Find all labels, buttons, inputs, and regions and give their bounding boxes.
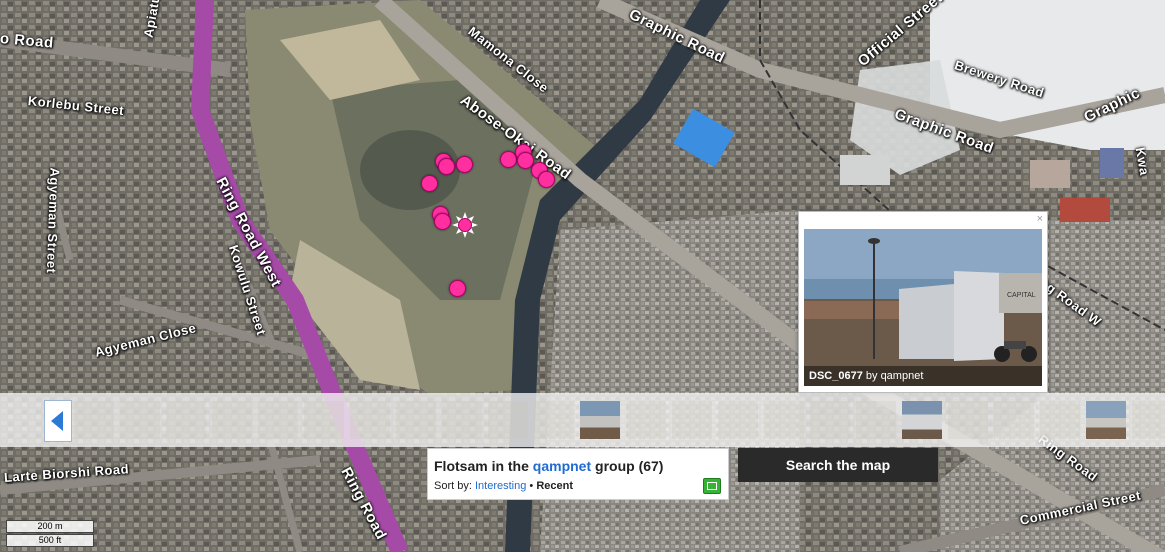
filmstrip-thumb[interactable] (442, 401, 482, 439)
filmstrip-thumb[interactable] (488, 401, 528, 439)
photo-marker[interactable] (456, 156, 473, 173)
filmstrip-thumb[interactable] (764, 401, 804, 439)
popup-photo[interactable]: CAPITAL (804, 229, 1042, 386)
filmstrip-thumb[interactable] (396, 401, 436, 439)
filmstrip-thumb[interactable] (120, 401, 160, 439)
popup-caption: DSC_0677 by qampnet (804, 366, 1042, 386)
filmstrip-thumb-selected[interactable] (580, 401, 620, 439)
photo-marker[interactable] (438, 158, 455, 175)
photo-filmstrip (0, 393, 1165, 447)
sort-separator: • (529, 480, 534, 492)
left-arrow-icon (51, 411, 63, 431)
close-icon[interactable]: × (1037, 213, 1043, 225)
slideshow-icon[interactable] (703, 478, 721, 494)
previous-button[interactable] (44, 400, 72, 442)
filmstrip-thumb-selected[interactable] (1086, 401, 1126, 439)
group-title-prefix: Flotsam in the (434, 458, 529, 474)
group-title-suffix: group (67) (595, 458, 664, 474)
filmstrip-thumb[interactable] (672, 401, 712, 439)
filmstrip-thumb[interactable] (304, 401, 344, 439)
filmstrip-thumb[interactable] (74, 401, 114, 439)
popup-sign-text: CAPITAL (1007, 292, 1036, 299)
filmstrip-thumb[interactable] (350, 401, 390, 439)
filmstrip-thumb[interactable] (1132, 401, 1165, 439)
filmstrip-thumb[interactable] (948, 401, 988, 439)
map-scale: 200 m 500 ft (6, 520, 94, 548)
filmstrip-thumb[interactable] (258, 401, 298, 439)
filmstrip-thumb[interactable] (1040, 401, 1080, 439)
sort-options: Sort by: Interesting • Recent (434, 480, 573, 492)
search-the-map-button[interactable]: Search the map (738, 448, 938, 482)
selected-photo-marker[interactable] (452, 212, 478, 238)
photo-marker[interactable] (449, 280, 466, 297)
group-link[interactable]: qampnet (533, 458, 591, 474)
scale-metric: 200 m (6, 520, 94, 533)
filmstrip-thumb[interactable] (626, 401, 666, 439)
popup-title[interactable]: DSC_0677 (809, 370, 863, 382)
group-title: Flotsam in the qampnet group (67) (434, 458, 663, 474)
popup-author[interactable]: by qampnet (866, 370, 923, 382)
photo-marker[interactable] (421, 175, 438, 192)
filmstrip-thumb-selected[interactable] (902, 401, 942, 439)
scale-imperial: 500 ft (6, 534, 94, 547)
filmstrip-thumb[interactable] (534, 401, 574, 439)
filmstrip-thumb[interactable] (718, 401, 758, 439)
filmstrip-thumb[interactable] (166, 401, 206, 439)
filmstrip-thumb[interactable] (810, 401, 850, 439)
filmstrip-thumb[interactable] (856, 401, 896, 439)
sort-label: Sort by: (434, 480, 472, 492)
group-info-panel: Flotsam in the qampnet group (67) Sort b… (427, 448, 729, 500)
photo-popup[interactable]: × CAPITAL DSC_0677 by qampnet (798, 211, 1048, 393)
sort-interesting-link[interactable]: Interesting (475, 480, 526, 492)
photo-marker[interactable] (538, 171, 555, 188)
photo-marker[interactable] (434, 213, 451, 230)
filmstrip-thumb[interactable] (212, 401, 252, 439)
filmstrip-thumb[interactable] (994, 401, 1034, 439)
sort-recent-current: Recent (536, 480, 574, 492)
